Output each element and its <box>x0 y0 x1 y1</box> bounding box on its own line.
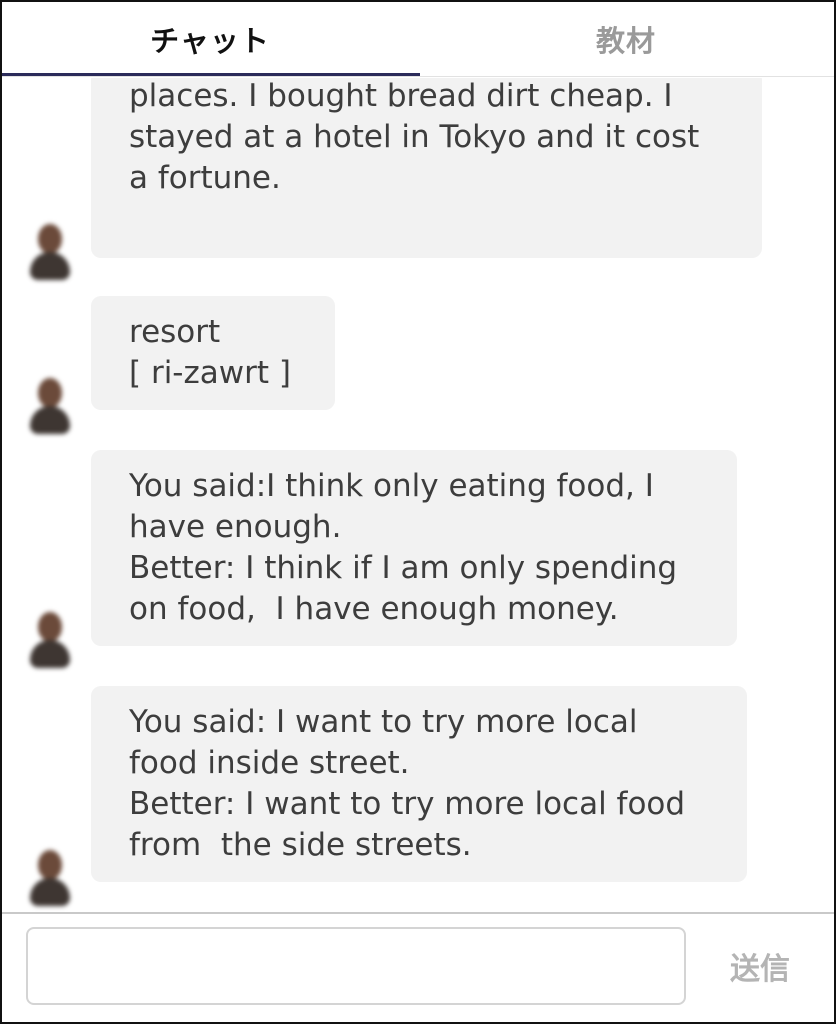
message-input[interactable] <box>26 927 686 1005</box>
tab-materials[interactable]: 教材 <box>418 2 834 76</box>
message-line: places. I bought bread dirt cheap. I <box>129 78 673 114</box>
message-line: Better: I want to try more local food <box>129 786 686 822</box>
message-line: resort <box>129 314 221 350</box>
app-frame: チャット 教材 places. I bought bread dirt chea… <box>0 0 836 1024</box>
composer-divider <box>2 912 834 914</box>
message-line: from the side streets. <box>129 827 472 863</box>
message-line: You said:I think only eating food, I <box>129 468 654 504</box>
avatar <box>28 224 72 280</box>
message-line: stayed at a hotel in Tokyo and it cost <box>129 119 700 155</box>
tab-bar-divider <box>2 76 834 77</box>
tab-chat[interactable]: チャット <box>2 2 418 76</box>
chat-bubble: You said:I think only eating food, I hav… <box>91 450 737 646</box>
tab-bar: チャット 教材 <box>2 2 834 78</box>
message-line: have enough. <box>129 509 342 545</box>
message-line: a fortune. <box>129 160 281 196</box>
message-line: [ ri-zawrt ] <box>129 355 291 391</box>
chat-bubble: You said: I want to try more local food … <box>91 686 747 882</box>
chat-message-list[interactable]: places. I bought bread dirt cheap. I sta… <box>2 78 834 912</box>
avatar <box>28 378 72 434</box>
avatar <box>28 850 72 906</box>
send-button[interactable]: 送信 <box>702 927 818 1005</box>
message-composer: 送信 <box>2 912 834 1022</box>
message-line: food inside street. <box>129 745 410 781</box>
chat-bubble: resort [ ri-zawrt ] <box>91 296 335 410</box>
avatar <box>28 612 72 668</box>
message-line: Better: I think if I am only spending <box>129 550 678 586</box>
message-line: You said: I want to try more local <box>129 704 638 740</box>
message-line: on food, I have enough money. <box>129 591 619 627</box>
chat-bubble: places. I bought bread dirt cheap. I sta… <box>91 78 762 258</box>
